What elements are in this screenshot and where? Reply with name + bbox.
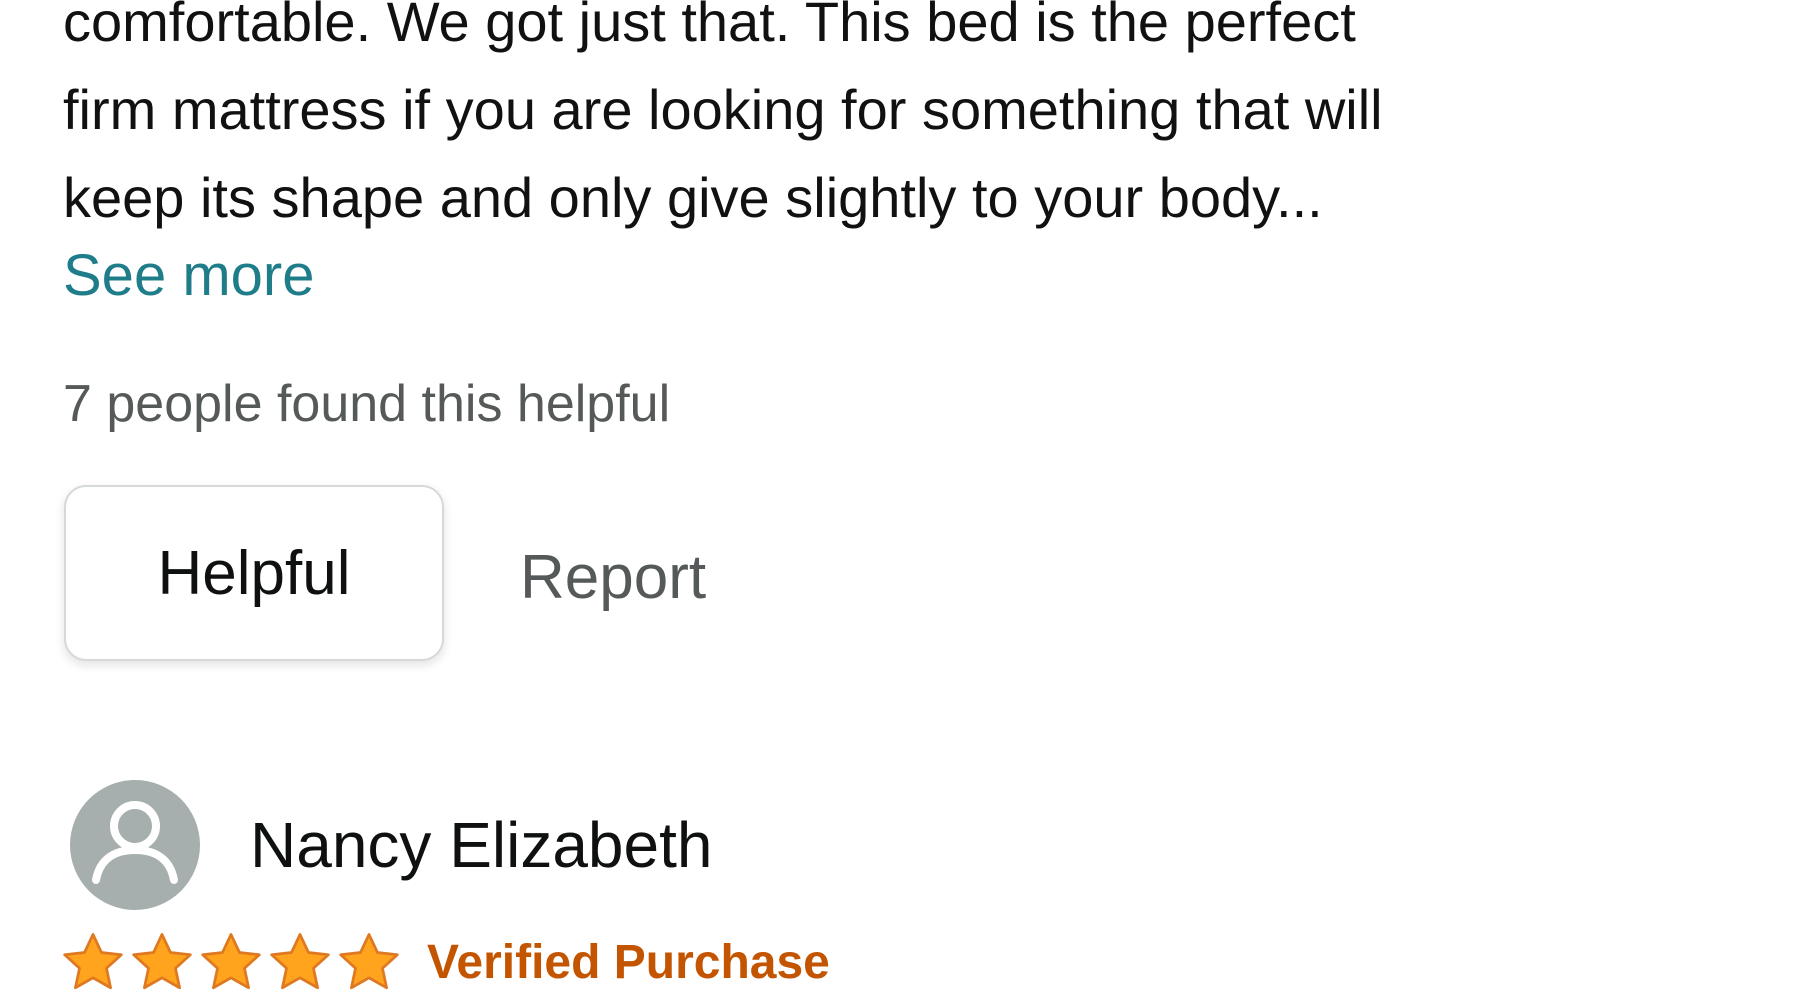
default-user-avatar-icon <box>70 780 200 910</box>
star-icon <box>132 933 192 990</box>
reviewer-profile[interactable]: Nancy Elizabeth <box>70 780 712 910</box>
star-rating <box>60 930 405 996</box>
review-rating-row: Verified Purchase <box>60 930 830 996</box>
star-icon <box>339 933 399 990</box>
review-text-line: keep its shape and only give slightly to… <box>63 166 1323 229</box>
review-text-line: firm mattress if you are looking for som… <box>63 78 1383 141</box>
review-text-line: comfortable. We got just that. This bed … <box>63 0 1356 53</box>
report-link[interactable]: Report <box>520 542 706 614</box>
helpful-button[interactable]: Helpful <box>64 485 444 661</box>
reviewer-name: Nancy Elizabeth <box>250 809 713 881</box>
verified-purchase-badge: Verified Purchase <box>427 936 830 989</box>
see-more-link[interactable]: See more <box>63 240 314 312</box>
helpful-count-text: 7 people found this helpful <box>63 375 671 433</box>
review-body-text: comfortable. We got just that. This bed … <box>63 0 1763 242</box>
star-icon <box>63 933 123 990</box>
star-icon <box>270 933 330 990</box>
star-icon <box>201 933 261 990</box>
